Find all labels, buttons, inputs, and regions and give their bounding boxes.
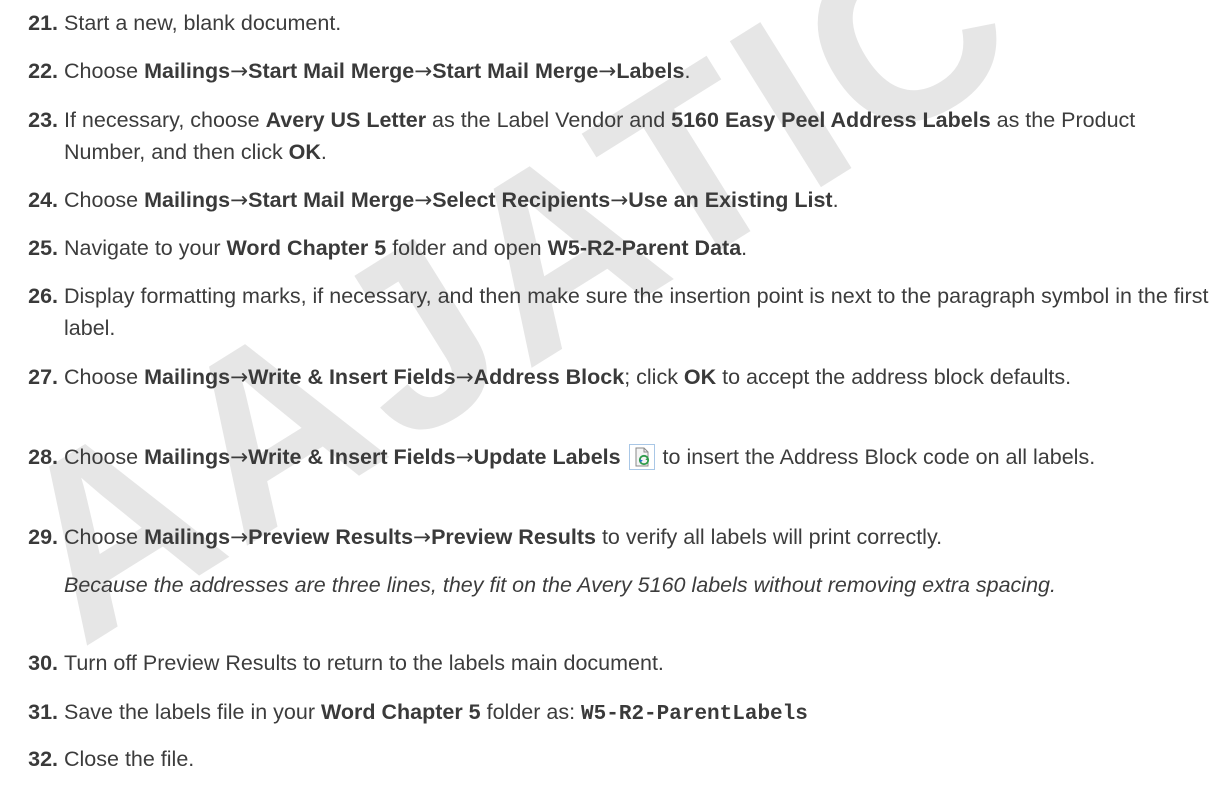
arrow-icon: →	[414, 188, 433, 213]
step-25: 25. Navigate to your Word Chapter 5 fold…	[0, 232, 1215, 264]
step-26: 26. Display formatting marks, if necessa…	[0, 280, 1215, 344]
command-name: Labels	[616, 59, 685, 83]
step-text: .	[832, 188, 839, 212]
step-text: Turn off Preview Results to return to th…	[64, 651, 664, 675]
step-text: Close the file.	[64, 747, 195, 771]
step-31: 31. Save the labels file in your Word Ch…	[0, 696, 1215, 731]
step-27: 27. Choose Mailings→Write & Insert Field…	[0, 361, 1215, 394]
command-name: Update Labels	[473, 445, 621, 469]
step-text: to accept the address block defaults.	[716, 365, 1072, 389]
folder-name: Word Chapter 5	[226, 236, 387, 260]
step-number: 29.	[28, 525, 58, 549]
step-note: Because the addresses are three lines, t…	[64, 573, 1056, 597]
command-name: Use an Existing List	[628, 188, 833, 212]
command-name: Start Mail Merge	[432, 59, 599, 83]
step-number: 21.	[28, 11, 58, 35]
file-name: W5-R2-Parent Data	[547, 236, 742, 260]
ribbon-tab-name: Mailings	[144, 59, 231, 83]
ok-button-name: OK	[683, 365, 717, 389]
ribbon-group-name: Write & Insert Fields	[248, 445, 456, 469]
arrow-icon: →	[413, 525, 432, 550]
ok-button-name: OK	[288, 140, 321, 164]
step-text: Save the labels file in your	[64, 700, 321, 724]
step-text: Start a new, blank document.	[64, 11, 342, 35]
arrow-icon: →	[455, 445, 474, 470]
arrow-icon: →	[230, 365, 249, 390]
step-32: 32. Close the file.	[0, 743, 1215, 775]
step-number: 22.	[28, 59, 58, 83]
command-name: Select Recipients	[432, 188, 611, 212]
step-text: .	[741, 236, 748, 260]
ribbon-tab-name: Mailings	[144, 525, 231, 549]
command-name: Preview Results	[431, 525, 596, 549]
step-text: Choose	[64, 365, 145, 389]
step-text: as the Label Vendor and	[426, 108, 672, 132]
step-text: Navigate to your	[64, 236, 227, 260]
step-28: 28. Choose Mailings→Write & Insert Field…	[0, 441, 1215, 474]
arrow-icon: →	[610, 188, 629, 213]
arrow-icon: →	[230, 59, 249, 84]
update-labels-icon	[628, 444, 655, 470]
step-number: 26.	[28, 284, 58, 308]
step-text: folder as:	[480, 700, 582, 724]
step-23: 23. If necessary, choose Avery US Letter…	[0, 104, 1215, 168]
step-text: .	[684, 59, 691, 83]
save-file-name: W5-R2-ParentLabels	[581, 703, 808, 726]
step-number: 23.	[28, 108, 58, 132]
step-22: 22. Choose Mailings→Start Mail Merge→Sta…	[0, 55, 1215, 88]
step-number: 31.	[28, 700, 58, 724]
label-vendor-name: Avery US Letter	[265, 108, 427, 132]
step-text: Display formatting marks, if necessary, …	[64, 284, 1209, 340]
ribbon-group-name: Preview Results	[248, 525, 414, 549]
ribbon-group-name: Start Mail Merge	[248, 59, 415, 83]
step-number: 25.	[28, 236, 58, 260]
product-number-name: 5160 Easy Peel Address Labels	[671, 108, 991, 132]
arrow-icon: →	[230, 525, 249, 550]
step-21: 21. Start a new, blank document.	[0, 7, 1215, 39]
step-number: 30.	[28, 651, 58, 675]
step-text: Choose	[64, 525, 145, 549]
ribbon-tab-name: Mailings	[144, 188, 231, 212]
step-text: Choose	[64, 188, 145, 212]
step-30: 30. Turn off Preview Results to return t…	[0, 647, 1215, 679]
command-name: Address Block	[473, 365, 625, 389]
step-text: to insert the Address Block code on all …	[656, 445, 1096, 469]
step-number: 32.	[28, 747, 58, 771]
ribbon-group-name: Write & Insert Fields	[248, 365, 456, 389]
step-number: 27.	[28, 365, 58, 389]
arrow-icon: →	[598, 59, 617, 84]
step-text: .	[320, 140, 327, 164]
arrow-icon: →	[414, 59, 433, 84]
step-24: 24. Choose Mailings→Start Mail Merge→Sel…	[0, 184, 1215, 217]
step-text: ; click	[624, 365, 684, 389]
step-number: 28.	[28, 445, 58, 469]
step-text: to verify all labels will print correctl…	[595, 525, 943, 549]
arrow-icon: →	[455, 365, 474, 390]
step-text: If necessary, choose	[64, 108, 266, 132]
step-text: folder and open	[386, 236, 548, 260]
arrow-icon: →	[230, 188, 249, 213]
ribbon-tab-name: Mailings	[144, 365, 231, 389]
step-text: Choose	[64, 445, 145, 469]
step-text: Choose	[64, 59, 145, 83]
ribbon-tab-name: Mailings	[144, 445, 231, 469]
folder-name: Word Chapter 5	[320, 700, 481, 724]
ribbon-group-name: Start Mail Merge	[248, 188, 415, 212]
step-number: 24.	[28, 188, 58, 212]
step-29: 29. Choose Mailings→Preview Results→Prev…	[0, 521, 1215, 601]
arrow-icon: →	[230, 445, 249, 470]
